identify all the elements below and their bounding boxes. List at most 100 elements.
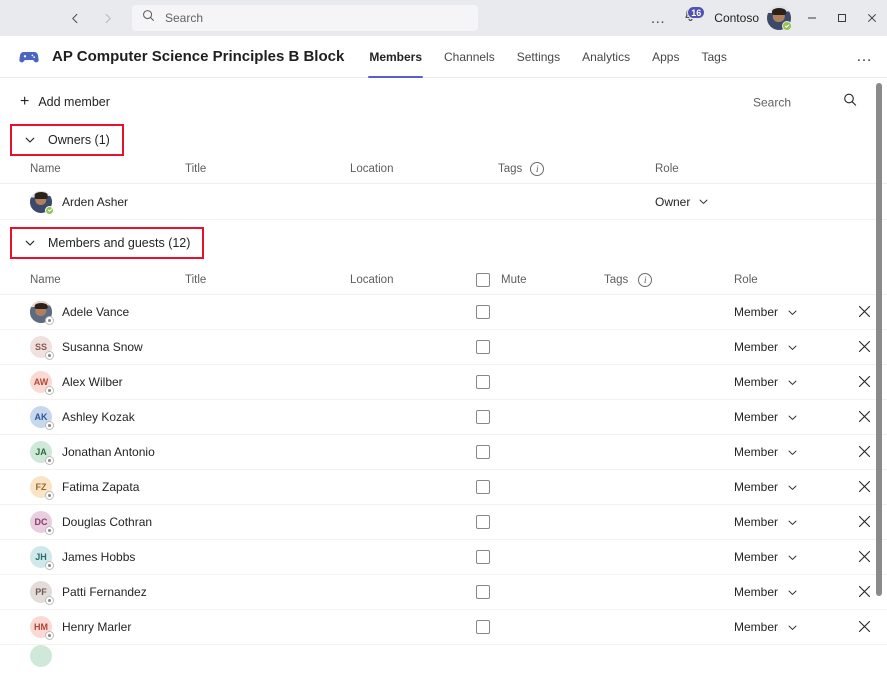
- forward-button[interactable]: [94, 5, 120, 31]
- page-title: AP Computer Science Principles B Block: [52, 48, 345, 65]
- mute-checkbox[interactable]: [476, 340, 490, 354]
- close-button[interactable]: [857, 0, 887, 36]
- member-role-dropdown[interactable]: Member: [734, 585, 844, 599]
- member-name-cell: AW Alex Wilber: [30, 371, 185, 395]
- minimize-button[interactable]: [797, 0, 827, 36]
- owner-role-dropdown[interactable]: Owner: [655, 195, 775, 209]
- team-header: AP Computer Science Principles B Block M…: [0, 36, 887, 78]
- avatar: [30, 190, 54, 215]
- mute-checkbox[interactable]: [476, 375, 490, 389]
- members-content: + Add member Search Owners (1) Name Titl…: [0, 78, 887, 675]
- titlebar-more-button[interactable]: …: [640, 11, 676, 26]
- chevron-down-icon: [787, 447, 798, 458]
- column-header-title: Title: [185, 273, 207, 286]
- account-avatar[interactable]: [767, 6, 792, 31]
- avatar: JA: [30, 441, 54, 465]
- members-section-toggle[interactable]: Members and guests (12): [9, 227, 205, 259]
- mute-all-checkbox[interactable]: [476, 272, 490, 287]
- maximize-button[interactable]: [827, 0, 857, 36]
- table-row[interactable]: JA Jonathan Antonio Member: [0, 435, 887, 470]
- member-role-label: Member: [734, 340, 779, 354]
- presence-offline-icon: [45, 421, 54, 430]
- member-mute-cell: [476, 620, 604, 634]
- member-role-dropdown[interactable]: Member: [734, 480, 844, 494]
- mute-checkbox[interactable]: [476, 620, 490, 634]
- table-row[interactable]: Arden Asher Owner: [0, 184, 887, 220]
- table-row[interactable]: FZ Fatima Zapata Member: [0, 470, 887, 505]
- avatar: [30, 301, 54, 325]
- member-role-dropdown[interactable]: Member: [734, 375, 844, 389]
- tab-members[interactable]: Members: [358, 36, 433, 78]
- notifications-button[interactable]: 16: [676, 6, 706, 30]
- back-button[interactable]: [62, 5, 88, 31]
- member-name-label: Jonathan Antonio: [62, 445, 155, 459]
- member-role-dropdown[interactable]: Member: [734, 620, 844, 634]
- member-role-dropdown[interactable]: Member: [734, 410, 844, 424]
- info-icon[interactable]: i: [638, 272, 653, 287]
- mute-checkbox[interactable]: [476, 585, 490, 599]
- member-role-label: Member: [734, 445, 779, 459]
- member-role-label: Member: [734, 305, 779, 319]
- add-member-button[interactable]: + Add member: [20, 94, 110, 110]
- member-name-label: Henry Marler: [62, 620, 132, 634]
- search-icon[interactable]: [843, 93, 857, 112]
- info-icon[interactable]: i: [530, 161, 545, 176]
- tab-settings[interactable]: Settings: [506, 36, 571, 78]
- mute-checkbox[interactable]: [476, 515, 490, 529]
- tab-apps[interactable]: Apps: [641, 36, 690, 78]
- member-name-cell: JA Jonathan Antonio: [30, 441, 185, 465]
- mute-checkbox[interactable]: [476, 445, 490, 459]
- member-name-label: Ashley Kozak: [62, 410, 135, 424]
- table-row[interactable]: AW Alex Wilber Member: [0, 365, 887, 400]
- avatar: FZ: [30, 476, 54, 500]
- member-role-dropdown[interactable]: Member: [734, 515, 844, 529]
- table-row[interactable]: HM Henry Marler Member: [0, 610, 887, 645]
- member-mute-cell: [476, 375, 604, 389]
- member-name-cell: PF Patti Fernandez: [30, 581, 185, 605]
- mute-checkbox[interactable]: [476, 480, 490, 494]
- search-icon: [142, 9, 155, 27]
- column-header-tags-label: Tags: [498, 162, 523, 175]
- mute-checkbox[interactable]: [476, 305, 490, 319]
- table-row[interactable]: JH James Hobbs Member: [0, 540, 887, 575]
- member-name-cell: HM Henry Marler: [30, 616, 185, 640]
- team-tabs: Members Channels Settings Analytics Apps…: [358, 36, 738, 78]
- member-role-dropdown[interactable]: Member: [734, 550, 844, 564]
- mute-checkbox[interactable]: [476, 550, 490, 564]
- table-row[interactable]: PF Patti Fernandez Member: [0, 575, 887, 610]
- member-role-dropdown[interactable]: Member: [734, 445, 844, 459]
- member-mute-cell: [476, 305, 604, 319]
- chevron-down-icon: [787, 342, 798, 353]
- mute-checkbox[interactable]: [476, 410, 490, 424]
- team-more-options-button[interactable]: …: [856, 48, 873, 65]
- table-row[interactable]: DC Douglas Cothran Member: [0, 505, 887, 540]
- member-role-label: Member: [734, 515, 779, 529]
- table-row-partial[interactable]: [0, 645, 887, 667]
- window-controls: [797, 0, 887, 36]
- global-search-input[interactable]: Search: [132, 5, 478, 31]
- chevron-down-icon: [787, 517, 798, 528]
- member-mute-cell: [476, 480, 604, 494]
- close-icon: [858, 620, 871, 635]
- members-toolbar: + Add member Search: [0, 78, 887, 126]
- tab-analytics[interactable]: Analytics: [571, 36, 641, 78]
- member-name-label: Susanna Snow: [62, 340, 143, 354]
- avatar: AW: [30, 371, 54, 395]
- chevron-down-icon: [24, 237, 36, 249]
- close-icon: [858, 515, 871, 530]
- table-row[interactable]: SS Susanna Snow Member: [0, 330, 887, 365]
- member-role-dropdown[interactable]: Member: [734, 340, 844, 354]
- table-row[interactable]: AK Ashley Kozak Member: [0, 400, 887, 435]
- scrollbar-thumb[interactable]: [876, 83, 882, 596]
- tab-tags[interactable]: Tags: [690, 36, 737, 78]
- member-role-dropdown[interactable]: Member: [734, 305, 844, 319]
- scrollbar[interactable]: [875, 78, 883, 675]
- owners-section-toggle[interactable]: Owners (1): [10, 124, 124, 156]
- owner-name-cell: Arden Asher: [30, 190, 185, 215]
- avatar: DC: [30, 511, 54, 535]
- tab-channels[interactable]: Channels: [433, 36, 506, 78]
- table-row[interactable]: Adele Vance Member: [0, 295, 887, 330]
- member-mute-cell: [476, 515, 604, 529]
- member-role-label: Member: [734, 585, 779, 599]
- member-search[interactable]: Search: [753, 93, 857, 112]
